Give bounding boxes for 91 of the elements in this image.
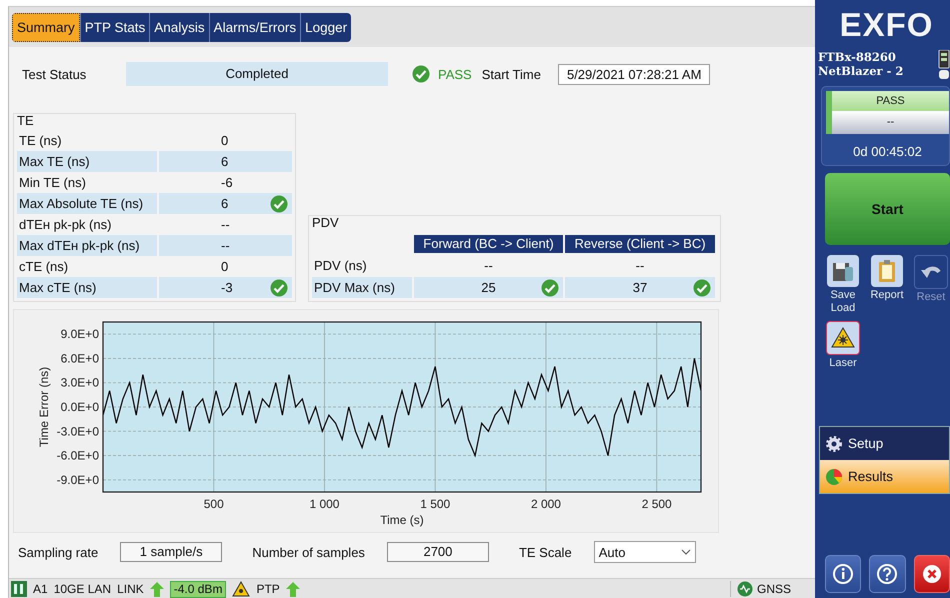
tick-label: 500 — [204, 497, 224, 511]
table-cell-text: -- — [483, 257, 494, 275]
status-text: A1 — [33, 582, 48, 596]
tick-label: 6.0E+0 — [60, 351, 99, 366]
nav-item[interactable]: Results — [820, 460, 949, 493]
tool-label: Laser — [828, 357, 858, 370]
column-header: Reverse (Client -> BC) — [565, 234, 715, 252]
footer-button[interactable] — [914, 555, 950, 593]
logo: EXFO — [838, 5, 934, 44]
table-cell-text: -6 — [220, 174, 234, 192]
start-button[interactable]: Start — [825, 173, 950, 245]
table-cell: PDV Max (ns) — [312, 277, 412, 298]
status-text: LINK — [117, 582, 144, 596]
table-cell-text: -- — [634, 257, 646, 275]
device-name: NetBlazer - 2 — [818, 64, 904, 78]
tool-button[interactable] — [827, 255, 859, 287]
status-text: 10GE LAN — [54, 582, 112, 596]
start-time-label: Start Time — [482, 66, 541, 82]
info-icon — [832, 563, 854, 585]
tab[interactable]: Analysis — [149, 12, 209, 42]
power-reading: -4.0 dBm — [170, 580, 226, 598]
group-title: PDV — [312, 214, 340, 232]
status-value-bar: -- — [826, 111, 949, 134]
tick-label: -3.0E+0 — [56, 424, 99, 438]
tool-button[interactable] — [826, 321, 860, 355]
table-cell-text: Min TE (ns) — [18, 174, 87, 192]
tab[interactable]: Logger — [300, 12, 352, 42]
table-cell-text: TE (ns) — [18, 132, 63, 150]
table-cell-text: PDV (ns) — [313, 257, 368, 275]
device-name: FTBx-88260 — [818, 50, 897, 64]
tick-label: 9.0E+0 — [60, 327, 99, 342]
table-cell: Max Absolute TE (ns) — [17, 193, 157, 214]
table-cell: 6 — [158, 151, 292, 172]
test-status-value: Completed — [126, 62, 388, 86]
module-icon — [11, 581, 27, 597]
laser-warning-icon — [831, 326, 855, 350]
help-icon — [876, 563, 898, 585]
tool-label: Report — [870, 289, 904, 302]
laser-warning-icon — [232, 581, 250, 597]
tool-label: Reset — [916, 291, 946, 304]
column-header: Forward (BC -> Client) — [414, 234, 563, 252]
test-status-label: Test Status — [21, 66, 88, 82]
tick-label: 3.0E+0 — [60, 376, 99, 390]
status-text: PTP — [256, 582, 280, 596]
table-cell: -- — [158, 235, 292, 256]
tick-label: -6.0E+0 — [56, 448, 99, 463]
table-cell-text: -- — [220, 216, 231, 234]
samples-field: 2700 — [386, 542, 489, 562]
battery-icon — [938, 50, 950, 80]
gear-icon — [825, 434, 843, 452]
table-cell: 25 — [414, 277, 563, 298]
footer-button[interactable] — [825, 555, 862, 593]
caret-icon — [680, 549, 691, 555]
pie-chart-icon — [825, 468, 843, 486]
field-label: Number of samples — [252, 544, 365, 560]
table-cell-text: 0 — [220, 132, 230, 150]
group-title: TE — [17, 112, 35, 130]
table-cell: Max dTEʜ pk-pk (ns) — [17, 235, 157, 256]
te-scale-dropdown[interactable]: Auto — [594, 541, 696, 563]
table-cell-text: 0 — [220, 258, 230, 276]
axis-title: Time Error (ns) — [37, 366, 51, 448]
tick-label: 2 000 — [530, 497, 561, 511]
footer-button[interactable] — [869, 555, 906, 593]
table-cell-text: cTE (ns) — [18, 258, 70, 276]
table-cell-text: dTEʜ pk-pk (ns) — [18, 216, 112, 234]
table-cell: 37 — [565, 277, 715, 298]
table-cell: Max TE (ns) — [17, 151, 157, 172]
tab[interactable]: PTP Stats — [80, 12, 150, 42]
axis-title: Time (s) — [380, 513, 424, 527]
field-label: Sampling rate — [18, 544, 98, 560]
status-text: GNSS — [756, 582, 791, 596]
verdict-bar: PASS — [826, 91, 949, 111]
table-cell: -3 — [158, 277, 292, 298]
elapsed-time: 0d 00:45:02 — [852, 144, 923, 159]
close-icon — [920, 563, 943, 585]
tick-label: 0.0E+0 — [60, 400, 99, 414]
table-cell: Max cTE (ns) — [17, 277, 157, 298]
tick-label: 1 000 — [309, 497, 340, 511]
nav-item[interactable]: Setup — [820, 427, 949, 460]
tab[interactable]: Alarms/Errors — [208, 12, 300, 42]
tick-label: 1 500 — [420, 497, 450, 511]
table-cell: 6 — [158, 193, 292, 214]
tick-label: -9.0E+0 — [56, 472, 99, 487]
tab[interactable]: Summary — [12, 12, 80, 42]
verdict-text: PASS — [438, 66, 472, 82]
field-label: TE Scale — [518, 544, 572, 560]
tick-label: 2 500 — [642, 497, 672, 511]
start-time-field: 5/29/2021 07:28:21 AM — [558, 64, 710, 84]
gnss-icon — [736, 581, 753, 597]
sampling-rate-field: 1 sample/s — [120, 542, 222, 562]
tool-label: Save Load — [829, 289, 857, 315]
